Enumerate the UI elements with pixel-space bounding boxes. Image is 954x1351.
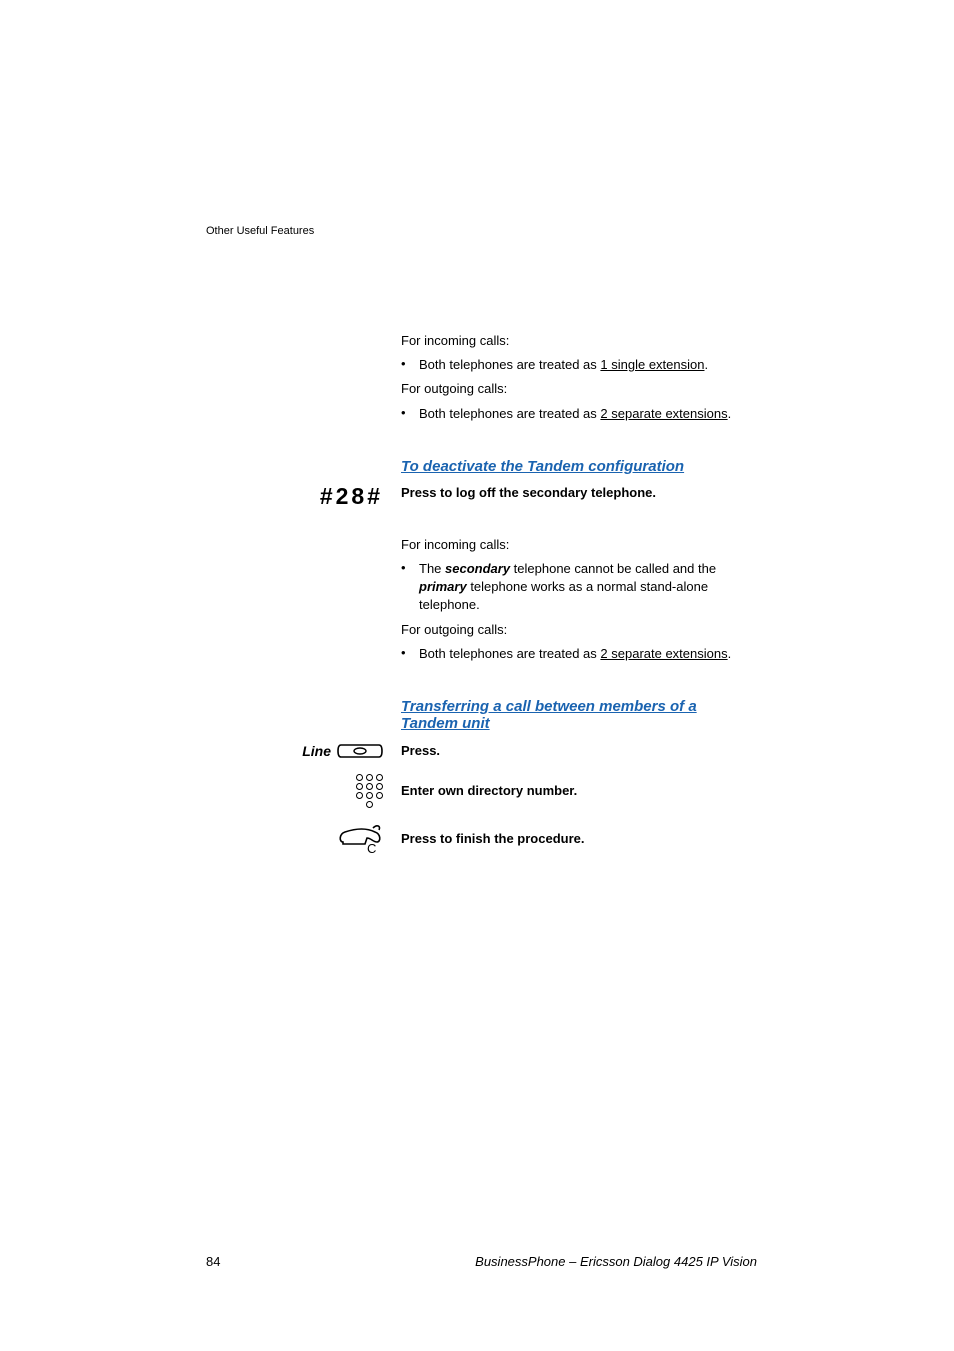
keycode-right: Press to log off the secondary telephone… [401,485,757,500]
incoming-label-2: For incoming calls: [401,536,757,554]
bullet-dot-icon: • [401,645,419,663]
bullet-4: • Both telephones are treated as 2 separ… [401,645,757,663]
section-transfer-heading-wrap: Transferring a call between members of a… [401,698,757,732]
bullet-1-text: Both telephones are treated as 1 single … [419,356,757,374]
bullet-3-text: The secondary telephone cannot be called… [419,560,757,615]
bullet-2-text: Both telephones are treated as 2 separat… [419,405,757,423]
line-left: Line [206,742,401,760]
press-logoff-text: Press to log off the secondary telephone… [401,485,757,500]
bullet-2: • Both telephones are treated as 2 separ… [401,405,757,423]
step-press-text: Press. [401,743,757,758]
bullet-dot-icon: • [401,356,419,374]
bullet-4-text: Both telephones are treated as 2 separat… [419,645,757,663]
step-handset-row: C Press to finish the procedure. [206,822,757,856]
section-transfer-heading: Transferring a call between members of a… [401,698,757,732]
bullet-dot-icon: • [401,560,419,615]
replace-handset-icon: C [337,822,383,856]
keypad-icon [356,774,383,808]
section-deactivate-heading: To deactivate the Tandem configuration [401,458,757,475]
line-key-label: Line [302,743,331,759]
page: Other Useful Features For incoming calls… [0,0,954,1351]
line-right: Press. [401,743,757,758]
line-key-label-group: Line [302,742,383,760]
dial-code: #28# [320,485,383,508]
outgoing-label-1: For outgoing calls: [401,380,757,398]
step-finish-text: Press to finish the procedure. [401,831,757,846]
clear-key-label: C [367,841,376,856]
deactivate-details: For incoming calls: • The secondary tele… [401,536,757,663]
bullet-3: • The secondary telephone cannot be call… [401,560,757,615]
outgoing-label-2: For outgoing calls: [401,621,757,639]
incoming-label-1: For incoming calls: [401,332,757,350]
bullet-1: • Both telephones are treated as 1 singl… [401,356,757,374]
step-line-row: Line Press. [206,742,757,760]
intro-block: For incoming calls: • Both telephones ar… [401,332,757,423]
doc-title-footer: BusinessPhone – Ericsson Dialog 4425 IP … [475,1254,757,1269]
section-deactivate-heading-wrap: To deactivate the Tandem configuration [401,458,757,475]
bullet-dot-icon: • [401,405,419,423]
step-keypad-row: Enter own directory number. [206,774,757,808]
page-number: 84 [206,1254,220,1269]
handset-right: Press to finish the procedure. [401,831,757,846]
running-header: Other Useful Features [206,225,757,237]
keypad-left [206,774,401,808]
keypad-right: Enter own directory number. [401,783,757,798]
step-enter-text: Enter own directory number. [401,783,757,798]
handset-left: C [206,822,401,856]
page-footer: 84 BusinessPhone – Ericsson Dialog 4425 … [206,1254,757,1269]
step-keycode-row: #28# Press to log off the secondary tele… [206,485,757,508]
line-key-icon [337,742,383,760]
keycode-left: #28# [206,485,401,508]
